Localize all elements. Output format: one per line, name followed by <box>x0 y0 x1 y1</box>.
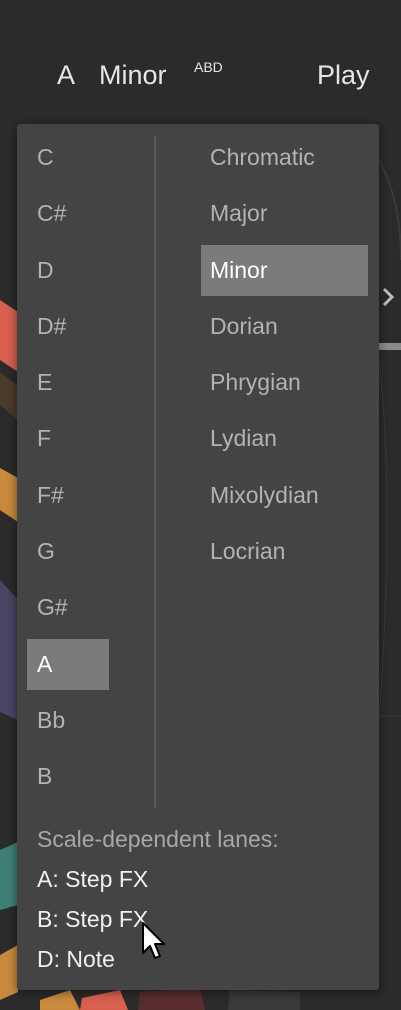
scale-option-minor[interactable]: Minor <box>201 244 368 296</box>
note-option-c-sharp[interactable]: C# <box>27 188 109 239</box>
note-option-f[interactable]: F <box>27 413 109 464</box>
scale-option-mixolydian[interactable]: Mixolydian <box>201 470 368 521</box>
scale-option-lydian[interactable]: Lydian <box>201 413 368 464</box>
scale-dropdown-panel: C C# D D# E F F# G G# A Bb B Chromatic Major Minor Dor… <box>17 124 379 990</box>
scale-option-locrian[interactable]: Locrian <box>201 526 368 577</box>
chevron-right-icon[interactable] <box>380 283 396 311</box>
note-option-f-sharp[interactable]: F# <box>27 470 109 521</box>
header-root-note[interactable]: A <box>57 60 75 91</box>
scale-type-list: Chromatic Major Minor Dorian Phrygian Lydian M… <box>201 132 368 582</box>
header-lanes-superscript: ABD <box>194 59 223 75</box>
scale-option-chromatic[interactable]: Chromatic <box>201 132 368 183</box>
note-option-e[interactable]: E <box>27 357 109 408</box>
lane-item-a: A: Step FX <box>37 866 149 892</box>
root-note-list: C C# D D# E F F# G G# A Bb B <box>27 132 109 808</box>
note-option-bb[interactable]: Bb <box>27 695 109 746</box>
mouse-pointer-icon <box>142 922 165 959</box>
column-divider <box>154 136 156 808</box>
scale-option-phrygian[interactable]: Phrygian <box>201 357 368 408</box>
note-option-c[interactable]: C <box>27 132 109 183</box>
note-option-g[interactable]: G <box>27 526 109 577</box>
note-option-a[interactable]: A <box>27 638 109 690</box>
lanes-heading: Scale-dependent lanes: <box>37 826 279 852</box>
header-scale-name[interactable]: Minor <box>99 60 167 91</box>
note-option-d[interactable]: D <box>27 245 109 296</box>
lane-item-b: B: Step FX <box>37 906 149 932</box>
lane-item-d: D: Note <box>37 946 115 972</box>
scale-option-major[interactable]: Major <box>201 188 368 239</box>
scale-option-dorian[interactable]: Dorian <box>201 301 368 352</box>
play-button[interactable]: Play <box>317 60 370 91</box>
note-option-d-sharp[interactable]: D# <box>27 301 109 352</box>
side-slider-track <box>378 343 401 350</box>
lanes-info: Scale-dependent lanes: A: Step FX B: Ste… <box>37 824 367 984</box>
note-option-b[interactable]: B <box>27 751 109 802</box>
note-option-g-sharp[interactable]: G# <box>27 582 109 633</box>
